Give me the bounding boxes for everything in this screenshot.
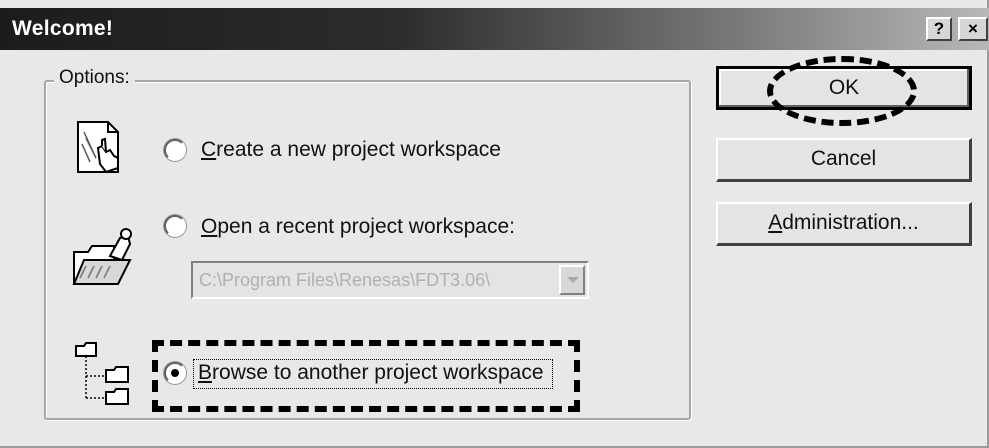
browse-highlight-rect xyxy=(152,340,580,412)
close-button[interactable]: × xyxy=(958,17,988,41)
title-bar[interactable]: Welcome! ? × xyxy=(0,8,989,50)
cancel-button[interactable]: Cancel xyxy=(716,138,972,182)
ok-highlight-oval xyxy=(767,56,917,126)
options-group-label: Options: xyxy=(54,67,135,89)
open-recent-mnemonic: O xyxy=(201,215,218,238)
help-button[interactable]: ? xyxy=(926,17,952,41)
close-icon: × xyxy=(968,19,978,38)
window-title: Welcome! xyxy=(12,17,114,40)
help-icon: ? xyxy=(933,19,945,38)
administration-button[interactable]: Administration... xyxy=(716,202,972,246)
welcome-dialog: Welcome! ? × Options: Create a new proje… xyxy=(0,0,989,448)
create-new-radio[interactable] xyxy=(164,139,186,161)
open-folder-icon xyxy=(72,228,132,285)
recent-workspace-path: C:\Program Files\Renesas\FDT3.06\ xyxy=(199,270,491,290)
folder-tree-icon xyxy=(75,342,129,405)
open-recent-label-rest: pen a recent project workspace: xyxy=(217,215,516,238)
create-new-label[interactable]: Create a new project workspace xyxy=(201,138,501,162)
recent-workspace-combobox[interactable]: C:\Program Files\Renesas\FDT3.06\ xyxy=(191,261,589,299)
cancel-button-label: Cancel xyxy=(810,147,877,170)
create-new-label-rest: reate a new project workspace xyxy=(216,138,501,161)
administration-button-label: Administration... xyxy=(768,211,919,234)
create-new-mnemonic: C xyxy=(201,138,217,161)
chevron-down-icon[interactable] xyxy=(559,265,585,295)
open-recent-radio[interactable] xyxy=(164,215,186,237)
open-recent-label[interactable]: Open a recent project workspace: xyxy=(201,215,515,239)
new-project-icon xyxy=(77,121,119,174)
